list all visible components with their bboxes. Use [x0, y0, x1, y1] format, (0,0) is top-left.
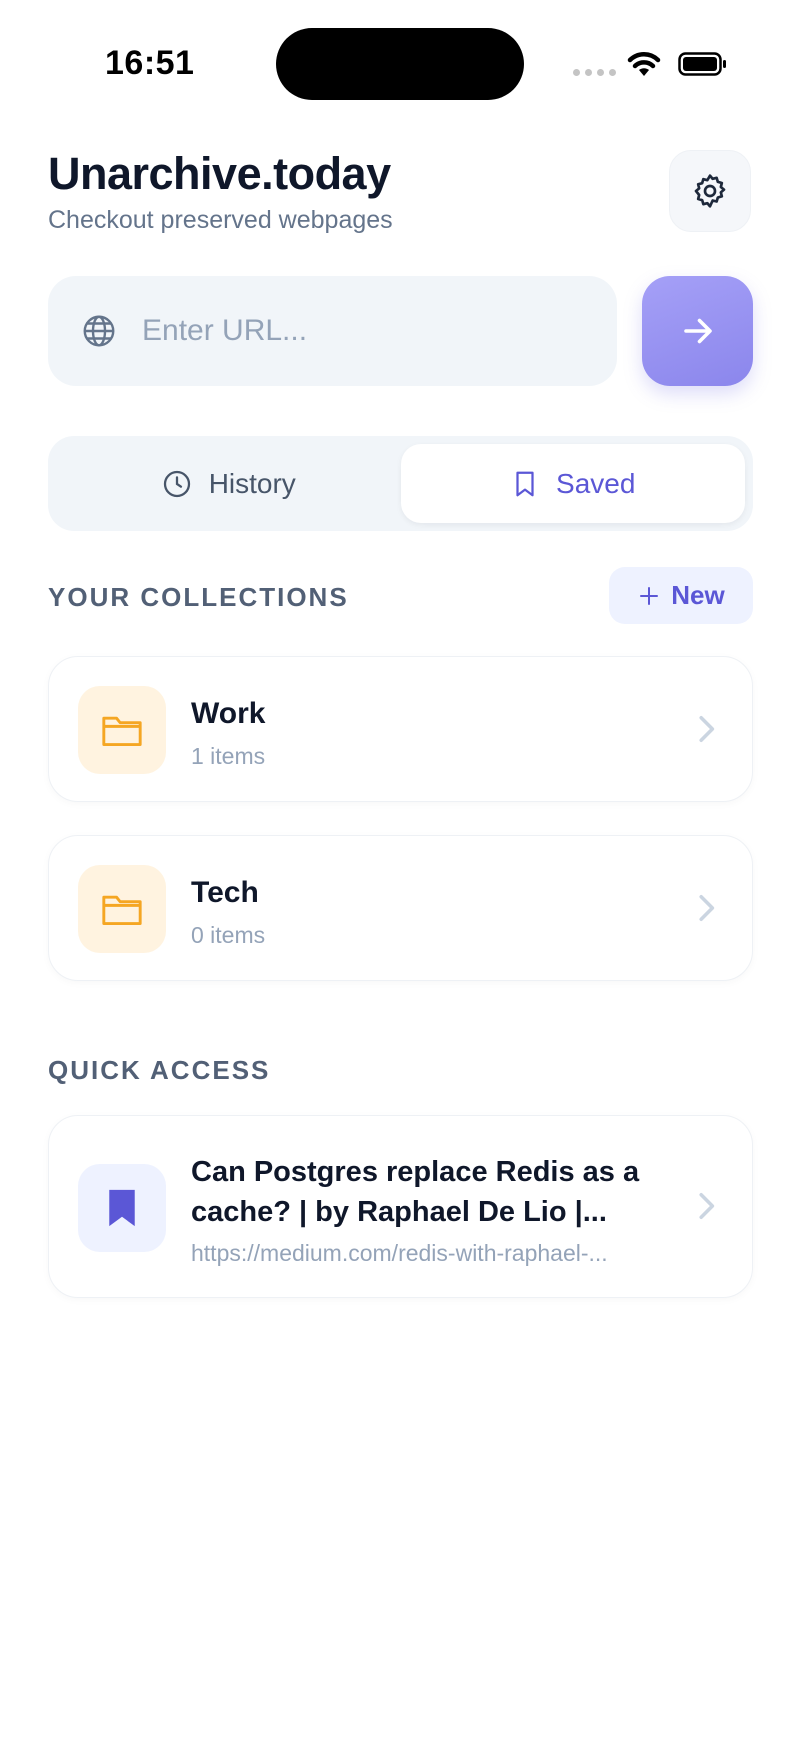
settings-button[interactable]	[669, 150, 751, 232]
quick-access-heading: QUICK ACCESS	[48, 1055, 271, 1085]
quick-access-title: Can Postgres replace Redis as a cache? |…	[191, 1156, 640, 1228]
url-input[interactable]	[142, 314, 582, 348]
new-collection-button[interactable]: New	[609, 567, 753, 624]
quick-access-item[interactable]: Can Postgres replace Redis as a cache? |…	[48, 1115, 753, 1298]
status-bar: 16:51	[0, 0, 800, 130]
folder-icon	[102, 895, 142, 925]
collection-item-work[interactable]: Work 1 items	[48, 656, 753, 802]
chevron-right-icon	[699, 1193, 715, 1219]
chevron-right-icon	[699, 716, 715, 742]
bookmark-filled-icon	[109, 1189, 135, 1227]
collection-item-tech[interactable]: Tech 0 items	[48, 835, 753, 981]
folder-tile	[78, 686, 166, 774]
battery-icon	[678, 52, 726, 76]
collection-name: Tech	[191, 876, 259, 909]
tab-switcher: History Saved	[48, 436, 753, 531]
dynamic-island	[276, 28, 524, 100]
bookmark-icon	[516, 471, 534, 496]
collection-name: Work	[191, 697, 266, 730]
folder-icon	[102, 716, 142, 746]
app-subtitle: Checkout preserved webpages	[48, 206, 393, 234]
collection-count: 0 items	[191, 922, 266, 948]
gear-icon	[694, 174, 726, 208]
wifi-icon	[627, 52, 661, 76]
clock-icon	[163, 470, 190, 497]
tab-saved-label: Saved	[556, 467, 636, 499]
bookmark-tile	[78, 1164, 166, 1252]
arrow-right-icon	[683, 318, 712, 344]
tab-history-label: History	[208, 467, 296, 499]
quick-access-url: https://medium.com/redis-with-raphael-..…	[191, 1240, 608, 1266]
plus-icon	[640, 586, 659, 605]
collections-heading: YOUR COLLECTIONS	[48, 582, 349, 612]
app-title: Unarchive.today	[48, 148, 391, 199]
new-collection-label: New	[671, 580, 725, 610]
url-field[interactable]	[48, 276, 617, 386]
globe-icon	[80, 312, 118, 350]
status-time: 16:51	[105, 44, 195, 82]
tab-saved[interactable]: Saved	[400, 444, 745, 523]
collection-count: 1 items	[191, 743, 266, 769]
folder-tile	[78, 865, 166, 953]
cellular-signal-icon	[573, 69, 616, 76]
go-button[interactable]	[642, 276, 753, 386]
chevron-right-icon	[699, 895, 715, 921]
tab-history[interactable]: History	[56, 444, 401, 523]
